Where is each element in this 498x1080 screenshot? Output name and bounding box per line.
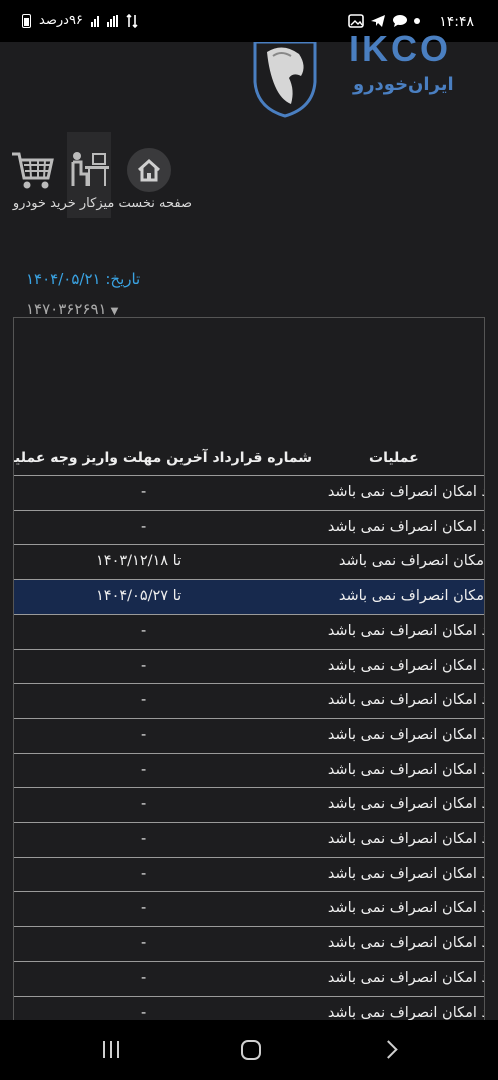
chat-icon — [393, 15, 407, 27]
row-operation-text: د امکان انصراف نمی باشد — [327, 692, 485, 709]
row-operation-text: د امکان انصراف نمی باشد — [327, 518, 485, 535]
table-row[interactable]: د امکان انصراف نمی باشد - — [14, 787, 484, 822]
data-arrows-icon — [126, 13, 138, 28]
battery-text: ۹۶درصد — [39, 13, 83, 28]
header-columns: شماره قرارداد آخرین مهلت واریز وجه عملیا… — [13, 450, 312, 466]
home-button[interactable] — [241, 1040, 261, 1060]
row-deadline: تا ۱۴۰۴/۰۵/۲۷ — [96, 588, 182, 605]
table-row[interactable]: د امکان انصراف نمی باشد - — [14, 475, 484, 510]
table-row[interactable]: د امکان انصراف نمی باشد - — [14, 752, 485, 788]
row-operation-text: د امکان انصراف نمی باشد — [327, 1004, 485, 1021]
table-row[interactable]: امکان انصراف نمی باشد تا ۱۴۰۳/۱۲/۱۸ — [14, 544, 484, 579]
table-row[interactable]: د امکان انصراف نمی باشد - — [14, 509, 485, 545]
desk-icon — [71, 152, 109, 186]
home-nav-item[interactable] — [127, 148, 171, 192]
table-row[interactable]: امکان انصراف نمی باشد تا ۱۴۰۴/۰۵/۲۷ — [14, 579, 485, 615]
signal-2-icon — [106, 14, 118, 27]
user-id: ۱۴۷۰۳۶۲۶۹۱ — [26, 300, 107, 318]
row-deadline: - — [141, 761, 147, 778]
row-deadline: - — [141, 657, 147, 674]
table-row[interactable]: د امکان انصراف نمی باشد - — [14, 960, 485, 996]
row-operation-text: د امکان انصراف نمی باشد — [327, 831, 485, 847]
logo-subtitle: ایران‌خودرو — [353, 74, 454, 95]
row-operation-text: د امکان انصراف نمی باشد — [327, 865, 485, 882]
row-deadline: - — [141, 692, 147, 709]
ikco-logo: IKCO ایران‌خودرو — [253, 28, 483, 118]
row-operation-text: د امکان انصراف نمی باشد — [327, 484, 485, 500]
house-icon — [137, 158, 161, 182]
row-operation-text: د امکان انصراف نمی باشد — [327, 935, 485, 952]
row-deadline: - — [141, 935, 147, 952]
table-row[interactable]: د امکان انصراف نمی باشد - — [14, 613, 485, 649]
row-deadline: - — [141, 622, 147, 639]
nav-labels: صفحه نخست میزکار خرید خودرو — [12, 196, 192, 211]
header-operations: عملیات — [369, 450, 419, 466]
row-deadline: - — [141, 518, 147, 535]
row-operation-text: د امکان انصراف نمی باشد — [327, 761, 485, 778]
system-nav-bar — [0, 1020, 498, 1080]
table-row[interactable]: د امکان انصراف نمی باشد - — [14, 891, 484, 926]
row-deadline: - — [141, 969, 147, 986]
signal-icon — [90, 15, 99, 27]
row-operation-text: د امکان انصراف نمی باشد — [327, 900, 485, 917]
table-row[interactable]: د امکان انصراف نمی باشد - — [14, 856, 485, 892]
row-operation-text: امکان انصراف نمی باشد — [338, 588, 485, 605]
logo-text: IKCO — [349, 28, 451, 69]
cart-icon — [12, 152, 54, 189]
status-left: ۹۶درصد — [22, 13, 138, 28]
telegram-icon — [371, 15, 385, 27]
table-row[interactable]: د امکان انصراف نمی باشد - — [14, 683, 484, 718]
row-operation-text: د امکان انصراف نمی باشد — [327, 969, 485, 986]
row-deadline: - — [141, 865, 147, 882]
row-deadline: - — [141, 1004, 147, 1021]
battery-icon — [22, 13, 31, 28]
row-operation-text: د امکان انصراف نمی باشد — [327, 622, 485, 639]
back-button[interactable] — [379, 1040, 398, 1059]
row-operation-text: د امکان انصراف نمی باشد — [327, 796, 485, 813]
table-header: عملیات شماره قرارداد آخرین مهلت واریز وج… — [14, 445, 484, 475]
notification-icons — [348, 14, 420, 28]
row-deadline: تا ۱۴۰۳/۱۲/۱۸ — [96, 553, 182, 570]
row-deadline: - — [141, 831, 147, 847]
table-row[interactable]: د امکان انصراف نمی باشد - — [14, 995, 485, 1021]
row-deadline: - — [141, 796, 147, 813]
recent-apps-button[interactable] — [103, 1041, 119, 1058]
chevron-down-icon: ▼ — [110, 306, 119, 317]
row-deadline: - — [141, 900, 147, 917]
table-row[interactable]: د امکان انصراف نمی باشد - — [14, 717, 485, 753]
row-deadline: - — [141, 726, 147, 743]
row-operation-text: د امکان انصراف نمی باشد — [327, 657, 485, 674]
buy-car-nav-item[interactable] — [10, 148, 54, 196]
user-dropdown[interactable]: ۱۴۷۰۳۶۲۶۹۱ ▼ — [26, 300, 118, 318]
contracts-table: عملیات شماره قرارداد آخرین مهلت واریز وج… — [13, 317, 485, 1020]
table-row[interactable]: د امکان انصراف نمی باشد - — [14, 822, 484, 857]
gallery-icon — [348, 14, 364, 28]
row-operation-text: امکان انصراف نمی باشد — [338, 553, 485, 570]
row-deadline: - — [141, 484, 147, 500]
table-row[interactable]: د امکان انصراف نمی باشد - — [14, 648, 485, 684]
row-operation-text: د امکان انصراف نمی باشد — [327, 726, 485, 743]
date-label: تاریخ: ۱۴۰۴/۰۵/۲۱ — [26, 270, 141, 288]
table-row[interactable]: د امکان انصراف نمی باشد - — [14, 926, 484, 961]
dot-icon — [414, 18, 420, 24]
